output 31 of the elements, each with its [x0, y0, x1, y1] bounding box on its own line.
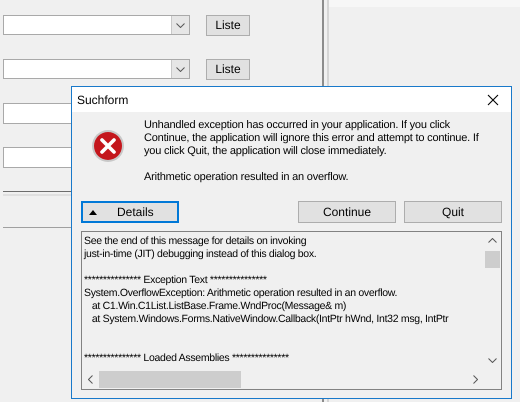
- combo-box[interactable]: [3, 15, 190, 35]
- chevron-down-icon: [176, 66, 185, 72]
- scroll-up-icon[interactable]: [488, 238, 497, 243]
- details-line: at C1.Win.C1List.ListBase.Frame.WndProc(Message& m): [90, 300, 346, 312]
- details-line: *************** Exception Text ***************: [84, 274, 267, 286]
- details-line: at System.Windows.Forms.NativeWindow.Callback(IntPtr hWnd, Int32 msg, IntPtr: [90, 313, 448, 325]
- details-line: *************** Loaded Assemblies ***************: [84, 352, 289, 364]
- list-button[interactable]: Liste: [206, 14, 250, 36]
- window-title: Suchform: [77, 92, 128, 106]
- details-line: System.OverflowException: Arithmetic operation resulted in an overflow.: [84, 287, 398, 299]
- scroll-down-icon[interactable]: [488, 358, 497, 363]
- list-button[interactable]: Liste: [206, 58, 250, 80]
- dropdown-button[interactable]: [171, 60, 189, 78]
- details-text-box[interactable]: [81, 231, 502, 390]
- scroll-thumb[interactable]: [485, 251, 500, 268]
- dropdown-button[interactable]: [171, 16, 189, 34]
- scroll-right-icon[interactable]: [473, 374, 478, 384]
- scroll-left-icon[interactable]: [88, 374, 93, 384]
- dialog-button[interactable]: Quit: [404, 201, 502, 223]
- close-icon[interactable]: [487, 94, 499, 106]
- error-message: Unhandled exception has occurred in your application. If you click Continue, the application will ignore this error and attempt to continue. If you click Quit, the application will close immediately.: [144, 119, 480, 158]
- error-detail: Arithmetic operation resulted in an overflow.: [144, 171, 350, 184]
- error-icon: [91, 129, 125, 163]
- combo-box[interactable]: [3, 59, 190, 79]
- details-button[interactable]: Details: [81, 201, 179, 223]
- caret-up-icon: [89, 210, 97, 214]
- details-line: See the end of this message for details on invoking: [84, 235, 306, 247]
- scroll-thumb[interactable]: [99, 370, 241, 388]
- dialog-button[interactable]: Continue: [298, 201, 396, 223]
- details-line: just-in-time (JIT) debugging instead of this dialog box.: [84, 248, 316, 260]
- chevron-down-icon: [176, 22, 185, 28]
